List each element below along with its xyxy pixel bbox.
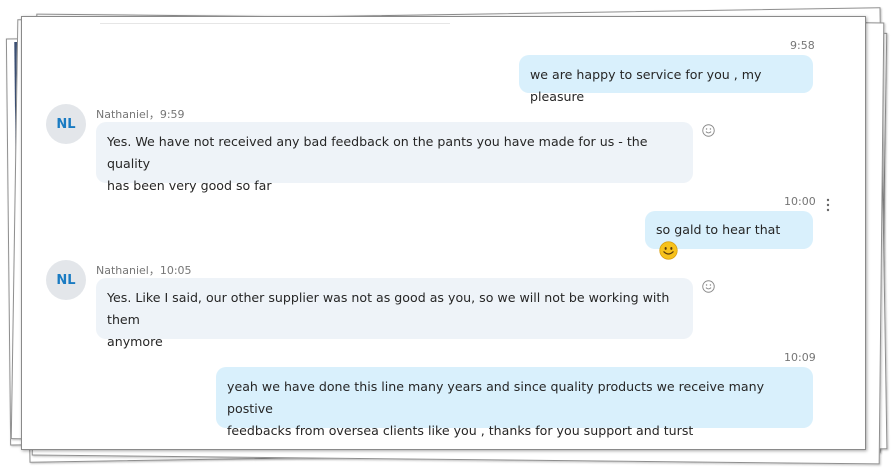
chat-window: 9:58 we are happy to service for you , m…	[21, 16, 866, 450]
sender-name-time: Nathaniel，9:59	[96, 108, 185, 121]
smiley-outline-icon[interactable]	[702, 124, 715, 137]
divider	[100, 23, 450, 24]
message-text: we are happy to service for you , my ple…	[530, 67, 762, 104]
incoming-message-bubble[interactable]: Yes. We have not received any bad feedba…	[96, 122, 693, 193]
message-text-line: Yes. Like I said, our other supplier was…	[107, 290, 670, 327]
message-timestamp: 9:58	[790, 39, 815, 52]
message-text-line: feedbacks from oversea clients like you …	[227, 423, 694, 438]
sender-name-time: Nathaniel，10:05	[96, 264, 192, 277]
smiley-face-emoji	[659, 241, 678, 260]
message-text-line: Yes. We have not received any bad feedba…	[107, 134, 648, 171]
incoming-message-bubble[interactable]: Yes. Like I said, our other supplier was…	[96, 278, 693, 349]
message-text-line: anymore	[107, 334, 163, 349]
avatar[interactable]: NL	[46, 104, 86, 144]
message-text-line: yeah we have done this line many years a…	[227, 379, 765, 416]
vertical-ellipsis-icon[interactable]	[826, 198, 830, 212]
outgoing-message-bubble[interactable]: so gald to hear that	[645, 211, 813, 260]
message-timestamp: 10:00	[784, 195, 816, 208]
message-timestamp: 10:09	[784, 351, 816, 364]
message-text-line: has been very good so far	[107, 178, 272, 193]
smiley-outline-icon[interactable]	[702, 280, 715, 293]
outgoing-message-bubble[interactable]: yeah we have done this line many years a…	[216, 367, 813, 438]
message-text: so gald to hear that	[656, 222, 781, 237]
outgoing-message-bubble[interactable]: we are happy to service for you , my ple…	[519, 55, 813, 104]
avatar[interactable]: NL	[46, 260, 86, 300]
screenshot-stage: 9:58 we are happy to service for you , m…	[0, 0, 896, 474]
